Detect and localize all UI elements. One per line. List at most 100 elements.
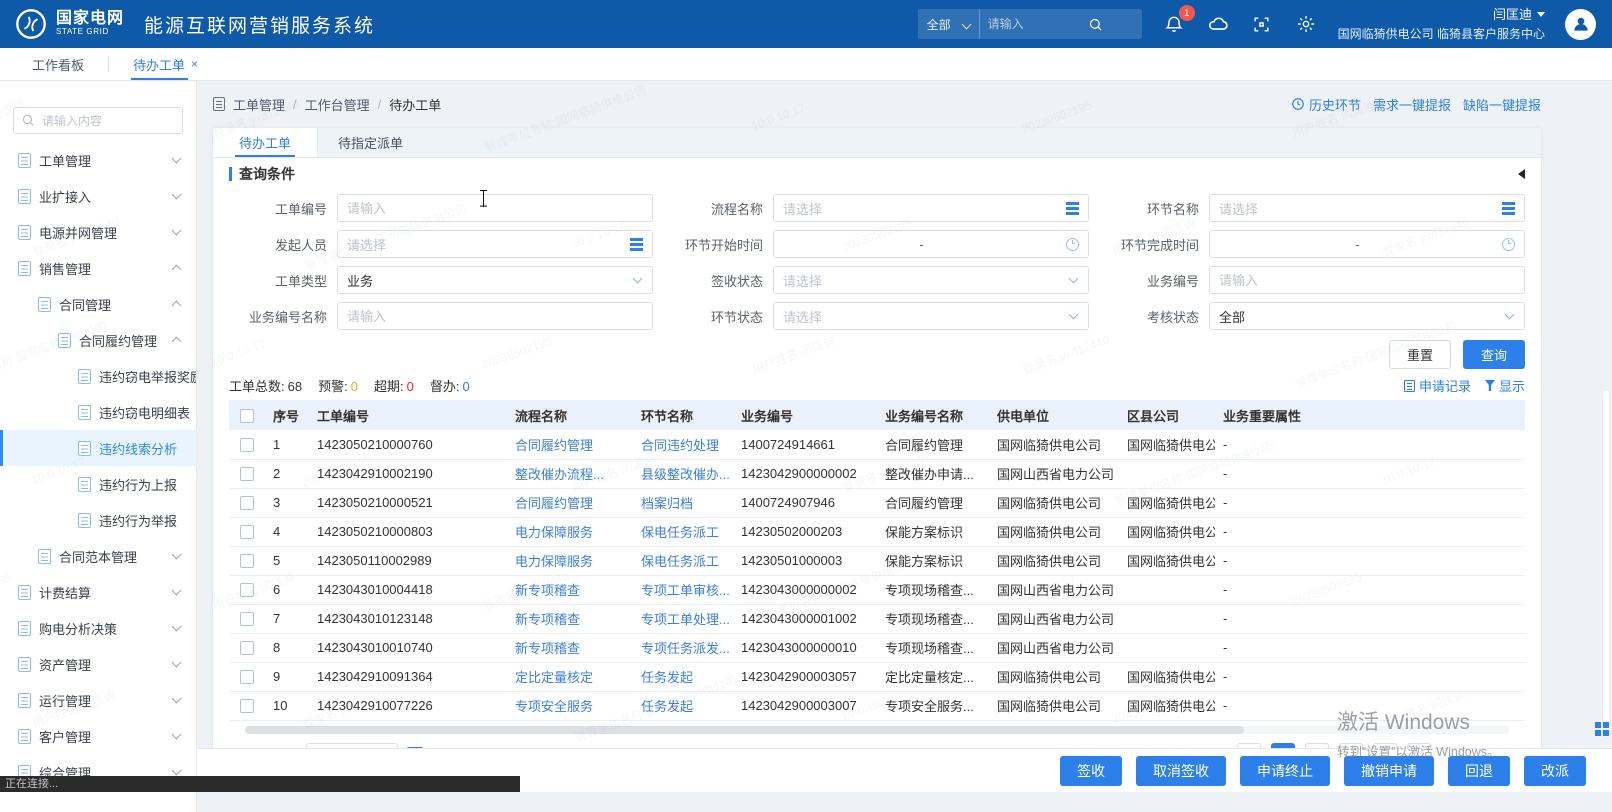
fullscreen-icon[interactable] xyxy=(1250,12,1274,36)
cell-process-link[interactable]: 专项安全服务 xyxy=(507,691,633,720)
sidebar-item-销售管理[interactable]: 销售管理 xyxy=(0,250,196,286)
cell-step-link[interactable]: 保电任务派工 xyxy=(633,546,733,575)
assess-status-select[interactable]: 全部 xyxy=(1209,302,1525,330)
sidebar-item-违约线索分析[interactable]: 违约线索分析 xyxy=(0,430,196,466)
vertical-scrollbar[interactable] xyxy=(1602,390,1610,738)
reset-button[interactable]: 重置 xyxy=(1389,340,1451,369)
tab-pending-orders[interactable]: 待办工单 xyxy=(213,128,318,157)
cell-process-link[interactable]: 电力保障服务 xyxy=(507,517,633,546)
row-checkbox[interactable] xyxy=(240,612,254,626)
sidebar-search-input[interactable] xyxy=(13,107,183,134)
sidebar-item-业扩接入[interactable]: 业扩接入 xyxy=(0,178,196,214)
cloud-icon[interactable] xyxy=(1206,12,1230,36)
cell-process-link[interactable]: 定比定量核定 xyxy=(507,662,633,691)
cell-step-link[interactable]: 保电任务派工 xyxy=(633,517,733,546)
list-picker-icon[interactable] xyxy=(1066,207,1079,210)
sidebar-item-违约窃电明细表[interactable]: 违约窃电明细表 xyxy=(0,394,196,430)
initiator-picker[interactable]: 请选择 xyxy=(337,230,653,258)
cell-process-link[interactable]: 合同履约管理 xyxy=(507,430,633,459)
sidebar-item-运行管理[interactable]: 运行管理 xyxy=(0,682,196,718)
row-checkbox[interactable] xyxy=(240,525,254,539)
sign-button[interactable]: 签收 xyxy=(1060,756,1122,786)
biz-no-input-field[interactable] xyxy=(1219,273,1515,288)
sidebar-item-违约窃电举报奖励[interactable]: 违约窃电举报奖励 xyxy=(0,358,196,394)
breadcrumb-item[interactable]: 工作台管理 xyxy=(305,95,370,114)
sidebar-item-客户管理[interactable]: 客户管理 xyxy=(0,718,196,754)
cell-process-link[interactable]: 整改催办流程... xyxy=(507,459,633,488)
select-all-checkbox[interactable] xyxy=(240,409,254,423)
collapse-query-icon[interactable] xyxy=(1513,169,1525,179)
list-picker-icon[interactable] xyxy=(630,243,643,246)
step-name-picker[interactable]: 请选择 xyxy=(1209,194,1525,222)
cell-step-link[interactable]: 专项任务派发... xyxy=(633,633,733,662)
step-status-select[interactable]: 请选择 xyxy=(773,302,1089,330)
step-start-time-range[interactable]: - xyxy=(773,230,1089,258)
row-checkbox[interactable] xyxy=(240,699,254,713)
search-scope-select[interactable]: 全部 xyxy=(918,9,980,39)
order-no-input[interactable] xyxy=(337,194,653,222)
row-checkbox[interactable] xyxy=(240,438,254,452)
process-name-picker[interactable]: 请选择 xyxy=(773,194,1089,222)
global-search-input[interactable] xyxy=(980,17,1088,31)
biz-name-input[interactable] xyxy=(337,302,653,330)
search-icon[interactable] xyxy=(1088,17,1103,32)
apply-records-link[interactable]: 申请记录 xyxy=(1404,376,1471,395)
cell-process-link[interactable]: 新专项稽查 xyxy=(507,575,633,604)
cancel-sign-button[interactable]: 取消签收 xyxy=(1136,756,1226,786)
cell-process-link[interactable]: 新专项稽查 xyxy=(507,604,633,633)
sidebar-item-计费结算[interactable]: 计费结算 xyxy=(0,574,196,610)
cell-step-link[interactable]: 合同违约处理 xyxy=(633,430,733,459)
sidebar-item-违约行为举报[interactable]: 违约行为举报 xyxy=(0,502,196,538)
cell-step-link[interactable]: 档案归档 xyxy=(633,488,733,517)
row-checkbox[interactable] xyxy=(240,641,254,655)
breadcrumb-item[interactable]: 工单管理 xyxy=(233,95,285,114)
row-checkbox[interactable] xyxy=(240,583,254,597)
tab-work-board[interactable]: 工作看板 xyxy=(28,48,88,80)
defect-submit-link[interactable]: 缺陷一键提报 xyxy=(1463,95,1541,114)
sidebar-item-资产管理[interactable]: 资产管理 xyxy=(0,646,196,682)
sidebar-item-合同管理[interactable]: 合同管理 xyxy=(0,286,196,322)
row-checkbox[interactable] xyxy=(240,496,254,510)
sidebar-item-合同范本管理[interactable]: 合同范本管理 xyxy=(0,538,196,574)
cell-step-link[interactable]: 任务发起 xyxy=(633,662,733,691)
cell-step-link[interactable]: 县级整改催办... xyxy=(633,459,733,488)
biz-no-input[interactable] xyxy=(1209,266,1525,294)
row-checkbox[interactable] xyxy=(240,467,254,481)
avatar[interactable] xyxy=(1565,9,1596,40)
sidebar-item-电源并网管理[interactable]: 电源并网管理 xyxy=(0,214,196,250)
display-filter-link[interactable]: 显示 xyxy=(1485,376,1525,395)
floating-grid-icon[interactable] xyxy=(1595,722,1609,736)
sign-status-select[interactable]: 请选择 xyxy=(773,266,1089,294)
step-finish-time-range[interactable]: - xyxy=(1209,230,1525,258)
row-checkbox[interactable] xyxy=(240,670,254,684)
cell-process-link[interactable]: 新专项稽查 xyxy=(507,633,633,662)
cell-process-link[interactable]: 电力保障服务 xyxy=(507,546,633,575)
notifications-bell-icon[interactable]: 1 xyxy=(1162,12,1186,36)
apply-terminate-button[interactable]: 申请终止 xyxy=(1240,756,1330,786)
biz-name-input-field[interactable] xyxy=(347,309,643,324)
rollback-button[interactable]: 回退 xyxy=(1448,756,1510,786)
order-type-select[interactable]: 业务 xyxy=(337,266,653,294)
sidebar-item-违约行为上报[interactable]: 违约行为上报 xyxy=(0,466,196,502)
sidebar-item-合同履约管理[interactable]: 合同履约管理 xyxy=(0,322,196,358)
list-picker-icon[interactable] xyxy=(1502,207,1515,210)
sidebar-item-购电分析决策[interactable]: 购电分析决策 xyxy=(0,610,196,646)
query-button[interactable]: 查询 xyxy=(1463,340,1525,369)
row-checkbox[interactable] xyxy=(240,554,254,568)
history-steps-link[interactable]: 历史环节 xyxy=(1291,95,1361,114)
cell-step-link[interactable]: 专项工单审核... xyxy=(633,575,733,604)
sidebar-item-工单管理[interactable]: 工单管理 xyxy=(0,142,196,178)
demand-submit-link[interactable]: 需求一键提报 xyxy=(1373,95,1451,114)
user-menu[interactable]: 闫匡迪 xyxy=(1338,5,1545,25)
cell-process-link[interactable]: 合同履约管理 xyxy=(507,488,633,517)
cell-step-link[interactable]: 任务发起 xyxy=(633,691,733,720)
settings-gear-icon[interactable] xyxy=(1294,12,1318,36)
cell-step-link[interactable]: 专项工单处理... xyxy=(633,604,733,633)
revoke-apply-button[interactable]: 撤销申请 xyxy=(1344,756,1434,786)
reassign-button[interactable]: 改派 xyxy=(1524,756,1586,786)
tab-todo-orders[interactable]: 待办工单 × xyxy=(129,48,202,80)
horizontal-scrollbar-thumb[interactable] xyxy=(245,726,1244,734)
tab-pending-dispatch[interactable]: 待指定派单 xyxy=(318,128,423,157)
order-no-input-field[interactable] xyxy=(347,201,643,216)
close-icon[interactable]: × xyxy=(191,57,198,71)
